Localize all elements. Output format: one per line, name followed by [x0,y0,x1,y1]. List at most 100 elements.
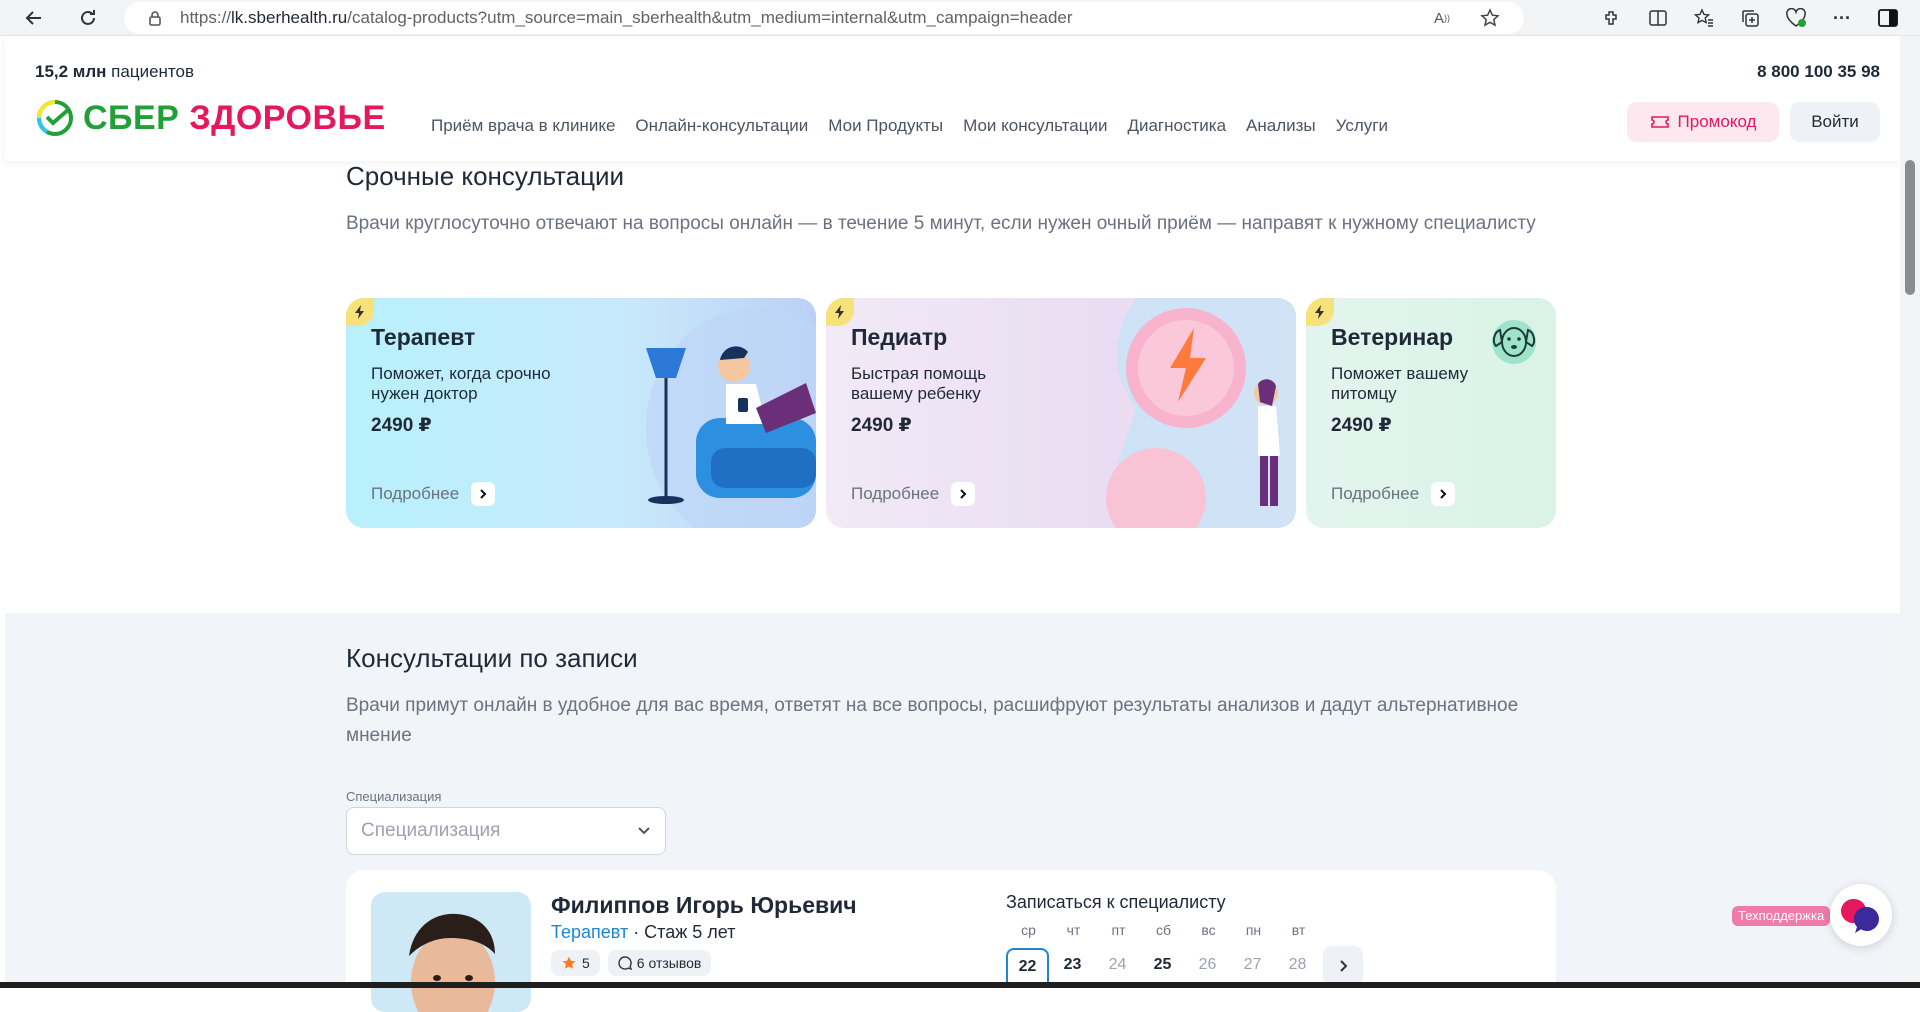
logo-zdr-text: ЗДОРОВЬЕ [189,98,386,137]
doctor-name[interactable]: Филиппов Игорь Юрьевич [551,892,857,919]
promo-button[interactable]: Промокод [1627,102,1779,142]
doctor-card[interactable]: Филиппов Игорь Юрьевич Терапевт · Стаж 5… [346,870,1556,1012]
favorites-icon[interactable] [1692,6,1716,30]
nav-item-services[interactable]: Услуги [1336,116,1388,136]
urgent-lead: Врачи круглосуточно отвечают на вопросы … [346,213,1536,234]
card-title: Ветеринар [1331,324,1454,350]
url-host: lk.sberhealth.ru [231,8,348,27]
specialization-label: Специализация [346,789,442,804]
comment-icon [618,956,632,970]
day-column[interactable]: вс 26 [1186,922,1231,986]
phone-number[interactable]: 8 800 100 35 98 [1757,62,1880,82]
day-column[interactable]: вт 28 [1276,922,1321,986]
chevron-right-icon [1340,960,1348,972]
pediatrician-illustration [1106,298,1296,528]
card-price: 2490 ₽ [851,415,912,436]
doctor-specialty[interactable]: Терапевт [551,922,628,942]
doctor-badges: 5 6 отзывов [551,950,712,976]
logo-sber-text: СБЕР [83,98,180,137]
card-desc: Поможет вашему питомцу [1331,364,1469,403]
day-column[interactable]: ср 22 [1006,922,1051,986]
refresh-button[interactable] [68,0,108,36]
back-arrow-icon [25,11,41,25]
lightning-icon [826,298,854,326]
day-column[interactable]: пт 24 [1096,922,1141,986]
card-price: 2490 ₽ [371,415,432,436]
chevron-right-icon [471,482,496,506]
address-bar[interactable]: https://lk.sberhealth.ru/catalog-product… [124,2,1524,34]
card-title: Педиатр [851,324,948,350]
chevron-down-icon [638,827,650,835]
promo-label: Промокод [1677,112,1757,131]
reviews-chip[interactable]: 6 отзывов [607,950,712,976]
main-nav: Приём врача в клинике Онлайн-консультаци… [431,116,1388,136]
specialization-select[interactable]: Специализация [346,807,666,855]
page-scrollbar[interactable] [1900,36,1920,988]
booking-days: ср 22 чт 23 пт 24 сб 25 вс 26 пн 27 вт 28 [1006,922,1363,986]
chevron-right-icon [1431,482,1456,506]
nav-item-clinic[interactable]: Приём врача в клинике [431,116,615,136]
main-content: Срочные консультации Врачи круглосуточно… [5,161,1900,1012]
login-button[interactable]: Войти [1790,102,1880,142]
doctor-meta: Терапевт · Стаж 5 лет [551,922,735,943]
address-bar-icons: A)) [1430,6,1502,30]
sber-logo-icon [37,100,73,136]
nav-item-analyses[interactable]: Анализы [1246,116,1316,136]
support-label[interactable]: Техподдержка [1732,906,1831,926]
lock-icon[interactable] [144,7,166,29]
day-column[interactable]: пн 27 [1231,922,1276,986]
sidebar-toggle-icon[interactable] [1876,6,1900,30]
booking-title: Записаться к специалисту [1006,892,1226,912]
card-veterinarian[interactable]: Ветеринар Поможет вашему питомцу 2490 ₽ … [1306,298,1556,528]
card-desc: Быстрая помощь вашему ребенку [851,364,987,403]
doctor-experience: · Стаж 5 лет [628,922,736,942]
scheduled-title: Консультации по записи [346,643,638,673]
back-button[interactable] [14,0,54,36]
collections-icon[interactable] [1738,6,1762,30]
doctor-avatar [371,892,531,1012]
card-more-link[interactable]: Подробнее [371,482,496,506]
chat-bubbles-icon [1841,898,1879,933]
scheduled-lead: Врачи примут онлайн в удобное для вас вр… [346,695,1519,746]
day-column[interactable]: сб 25 [1141,922,1186,986]
nav-item-consultations[interactable]: Мои консультации [963,116,1107,136]
url-path: /catalog-products?utm_source=main_sberhe… [347,8,1073,27]
card-desc: Поможет, когда срочно нужен доктор [371,364,551,403]
read-aloud-icon[interactable]: A)) [1430,6,1454,30]
card-therapist[interactable]: Терапевт Поможет, когда срочно нужен док… [346,298,816,528]
patients-count: 15,2 млн пациентов [35,62,194,81]
favorite-star-icon[interactable] [1478,6,1502,30]
lightning-icon [1306,298,1334,326]
card-more-link[interactable]: Подробнее [851,482,976,506]
select-placeholder: Специализация [361,820,501,841]
nav-item-products[interactable]: Мои Продукты [828,116,943,136]
health-heart-icon[interactable] [1784,6,1808,30]
nav-item-online[interactable]: Онлайн-консультации [635,116,808,136]
card-price: 2490 ₽ [1331,415,1392,436]
ticket-icon [1650,116,1669,128]
refresh-icon [81,10,95,25]
site-logo[interactable]: СБЕР ЗДОРОВЬЕ [35,98,386,138]
star-icon [562,956,576,969]
days-next-button[interactable] [1323,946,1363,986]
urgent-title: Срочные консультации [346,161,625,191]
card-pediatrician[interactable]: Педиатр Быстрая помощь вашему ребенку 24… [826,298,1296,528]
support-chat-button[interactable] [1830,884,1892,946]
scheduled-section: Консультации по записи Врачи примут онла… [5,613,1900,1012]
taskbar-strip [0,982,1920,988]
url-prefix: https:// [180,8,232,27]
scrollbar-thumb[interactable] [1905,160,1915,295]
nav-item-diagnostics[interactable]: Диагностика [1127,116,1226,136]
more-menu-icon[interactable]: ··· [1830,6,1854,30]
urgent-section: Срочные консультации Врачи круглосуточно… [5,161,1900,613]
chevron-right-icon [951,482,976,506]
browser-tools: ··· [1600,6,1900,30]
day-number-selected: 22 [1006,948,1049,982]
lightning-icon [346,298,374,326]
card-title: Терапевт [371,324,476,350]
day-column[interactable]: чт 23 [1051,922,1096,986]
card-more-link[interactable]: Подробнее [1331,482,1456,506]
rating-chip: 5 [551,950,600,976]
extensions-icon[interactable] [1600,6,1624,30]
split-screen-icon[interactable] [1646,6,1670,30]
